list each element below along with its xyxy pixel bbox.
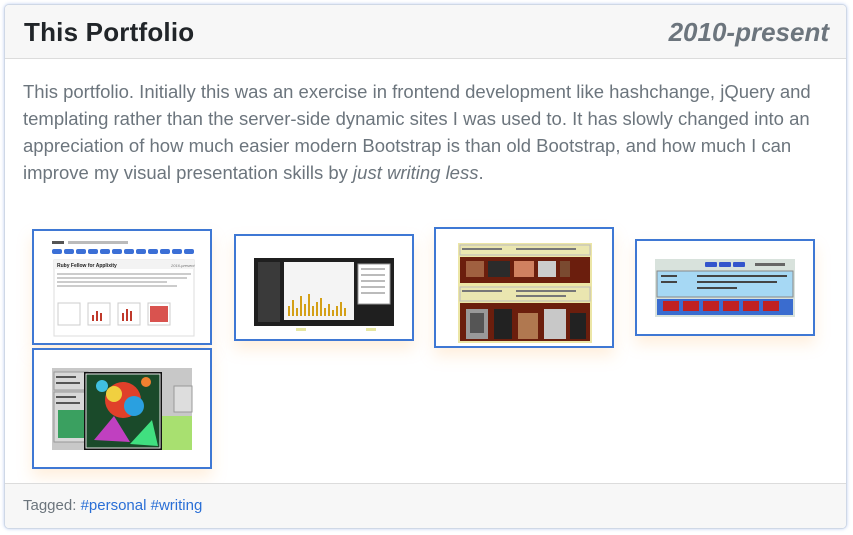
- description-emphasis: just writing less: [353, 162, 479, 183]
- description-end: .: [478, 162, 484, 183]
- project-description: This portfolio. Initially this was an ex…: [23, 78, 823, 186]
- screenshot-image-1: Ruby Fellow for Applixity 2016-present: [34, 231, 210, 343]
- screenshot-image-5: [34, 350, 210, 467]
- screenshot-image-4: [637, 241, 813, 334]
- tag-link-writing[interactable]: #writing: [151, 497, 203, 514]
- card-header: This Portfolio 2010-present: [5, 5, 846, 59]
- project-title: This Portfolio: [24, 17, 195, 47]
- screenshot-thumbnail-3[interactable]: [434, 227, 614, 348]
- card-footer: Tagged: #personal #writing: [5, 483, 846, 528]
- screenshot-thumbnail-4[interactable]: [635, 239, 815, 336]
- screenshot-thumbnail-1[interactable]: Ruby Fellow for Applixity 2016-present: [32, 229, 212, 345]
- screenshot-thumbnail-5[interactable]: [32, 348, 212, 469]
- thumb1-dates: 2016-present: [170, 263, 195, 268]
- thumb1-heading: Ruby Fellow for Applixity: [57, 263, 117, 269]
- tagged-label: Tagged:: [23, 497, 77, 514]
- project-card: This Portfolio 2010-present This portfol…: [4, 4, 847, 529]
- project-dates: 2010-present: [668, 17, 829, 47]
- tag-link-personal[interactable]: #personal: [81, 497, 147, 514]
- screenshot-image-3: [436, 229, 612, 346]
- screenshot-image-2: [236, 236, 412, 339]
- screenshot-thumbnail-2[interactable]: [234, 234, 414, 341]
- tags-line: Tagged: #personal #writing: [23, 497, 202, 514]
